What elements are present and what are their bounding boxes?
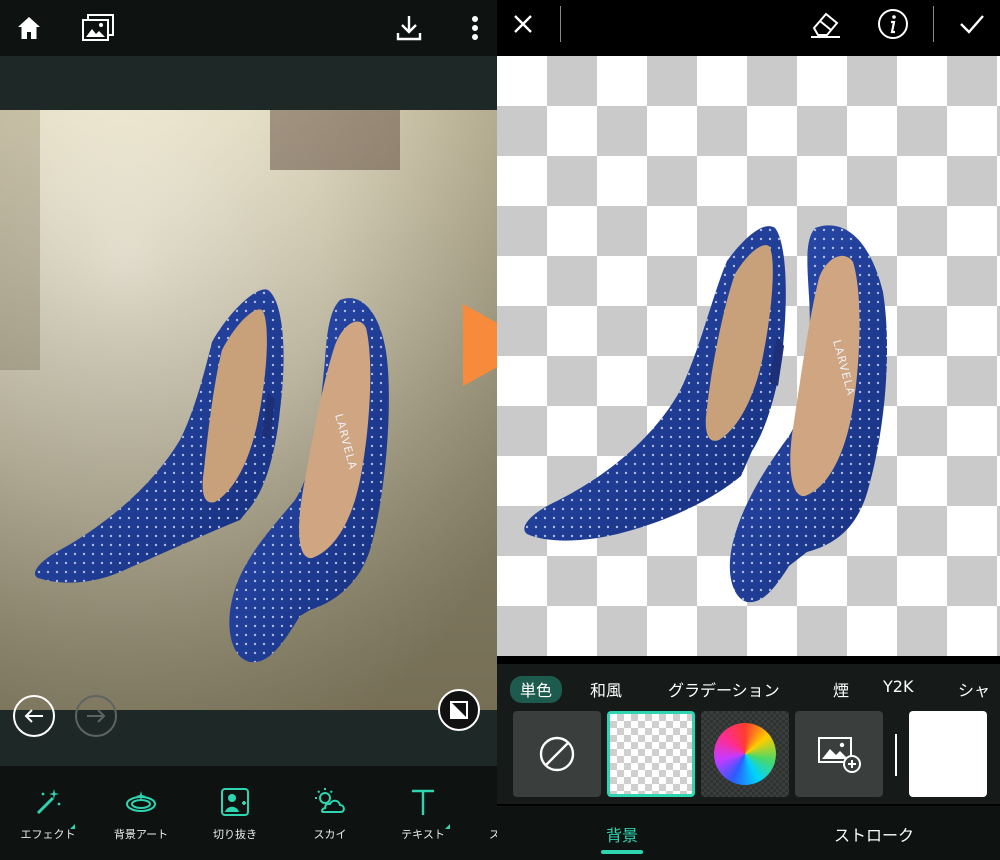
tool-sky[interactable]: スカイ	[285, 786, 375, 852]
cutout-icon	[221, 788, 249, 816]
editor-top-bar	[0, 0, 497, 56]
tool-partial[interactable]: ス	[471, 786, 497, 852]
tab-smoke[interactable]: 煙	[833, 677, 849, 701]
transparent-swatch[interactable]	[607, 711, 695, 797]
tab-solid-color[interactable]: 単色	[510, 676, 563, 703]
background-swatches	[497, 708, 1000, 804]
background-category-tabs: 単色 和風 グラデーション 煙 Y2K シャ	[497, 664, 1000, 712]
new-badge	[70, 824, 75, 829]
close-icon[interactable]	[503, 4, 543, 44]
background-art-icon	[126, 791, 156, 812]
tool-bar: エフェクト 背景アート 切り抜き スカイ テキスト ス	[0, 766, 497, 860]
gallery-icon[interactable]	[78, 8, 118, 48]
color-picker-swatch[interactable]	[701, 711, 789, 797]
image-background-swatch[interactable]	[795, 711, 883, 797]
color-wheel-icon	[714, 723, 776, 785]
cutout-back-shoe	[524, 226, 786, 541]
more-menu-icon[interactable]	[455, 8, 495, 48]
new-badge	[445, 824, 450, 829]
editor-panel: LARVELA エフェクト 背景アート 切り抜き スカイ テキスト ス	[0, 0, 497, 860]
add-image-icon	[818, 737, 861, 773]
screen: LARVELA エフェクト 背景アート 切り抜き スカイ テキスト ス LARV…	[0, 0, 1000, 860]
bottom-tab-bar: 背景 ストローク	[497, 806, 1000, 860]
tool-label: スカイ	[313, 828, 347, 841]
tab-y2k[interactable]: Y2K	[883, 677, 913, 696]
tab-stroke[interactable]: ストローク	[834, 822, 914, 846]
tool-text[interactable]: テキスト	[378, 786, 468, 852]
divider	[933, 6, 934, 42]
tab-gradation[interactable]: グラデーション	[668, 677, 780, 701]
tool-effect[interactable]: エフェクト	[3, 786, 93, 852]
tool-label: 背景アート	[113, 828, 169, 841]
active-tab-indicator	[601, 850, 643, 854]
eraser-icon[interactable]	[805, 4, 845, 44]
cutout-top-bar	[497, 0, 1000, 48]
undo-button[interactable]	[13, 695, 55, 737]
tool-label: エフェクト	[20, 828, 76, 841]
divider	[560, 6, 561, 42]
cutout-editor-panel: LARVELA 単色 和風 グラデーション 煙 Y2K シャ 背景 ストローク	[497, 0, 1000, 860]
tool-label: テキスト	[401, 828, 445, 841]
tab-partial[interactable]: シャ	[958, 677, 990, 701]
none-icon	[539, 736, 575, 772]
tab-background[interactable]: 背景	[606, 822, 638, 846]
tool-background-art[interactable]: 背景アート	[96, 786, 186, 852]
confirm-check-icon[interactable]	[952, 4, 992, 44]
sky-icon	[315, 788, 345, 813]
text-icon	[412, 789, 434, 815]
magic-wand-icon	[36, 789, 61, 815]
tool-label: ス	[489, 828, 497, 841]
home-icon[interactable]	[9, 8, 49, 48]
redo-button[interactable]	[75, 695, 117, 737]
compare-button[interactable]	[438, 689, 480, 731]
editor-top-band	[0, 56, 497, 110]
white-swatch[interactable]	[909, 711, 987, 797]
original-photo: LARVELA	[0, 110, 497, 710]
tool-label: 切り抜き	[213, 828, 257, 841]
partial-tool-icon	[471, 786, 497, 818]
transparent-canvas[interactable]: LARVELA	[497, 56, 1000, 656]
info-icon[interactable]	[873, 4, 913, 44]
no-background-swatch[interactable]	[513, 711, 601, 797]
tool-cutout[interactable]: 切り抜き	[190, 786, 280, 852]
divider	[895, 734, 897, 776]
download-icon[interactable]	[389, 8, 429, 48]
tab-japanese[interactable]: 和風	[590, 677, 622, 701]
